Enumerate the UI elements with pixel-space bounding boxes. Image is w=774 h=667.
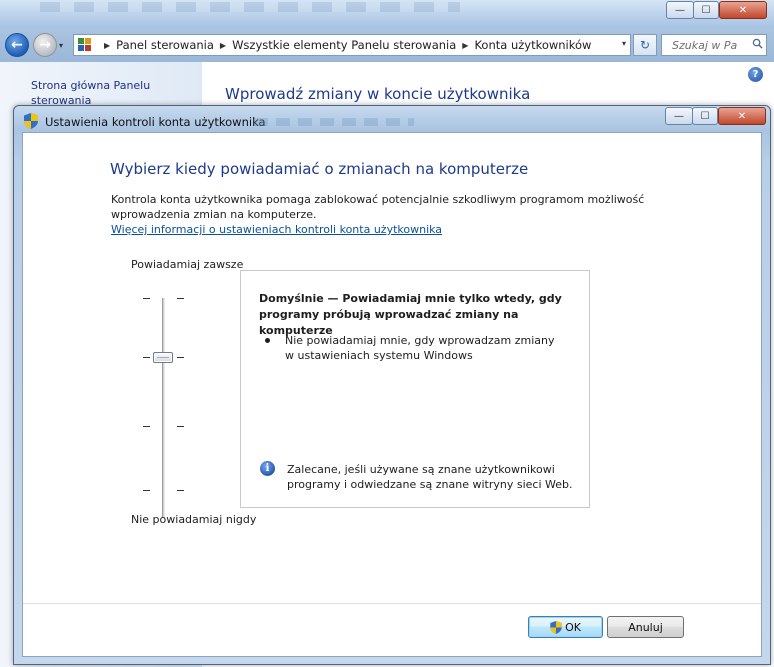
maximize-button[interactable]: ☐: [693, 1, 719, 19]
dialog-content: Wybierz kiedy powiadamiać o zmianach na …: [22, 132, 762, 657]
minimize-button[interactable]: —: [666, 1, 694, 19]
slider-bottom-label: Nie powiadamiaj nigdy: [131, 513, 257, 526]
dialog-close-button[interactable]: ✕: [718, 107, 766, 125]
search-input[interactable]: Szukaj w Pa: [661, 34, 767, 56]
ok-button[interactable]: OK: [528, 616, 603, 638]
bullet-icon: [265, 338, 270, 343]
breadcrumb-separator-icon[interactable]: ▶: [220, 41, 226, 50]
dialog-heading: Wybierz kiedy powiadamiać o zmianach na …: [110, 160, 529, 178]
level-description-box: Domyślnie — Powiadamiaj mnie tylko wtedy…: [240, 270, 590, 508]
back-button[interactable]: ←: [5, 33, 29, 57]
forward-button[interactable]: →: [33, 33, 57, 57]
search-placeholder: Szukaj w Pa: [672, 38, 738, 52]
cancel-button[interactable]: Anuluj: [607, 616, 684, 638]
slider-tick: [177, 426, 184, 427]
dialog-maximize-button[interactable]: ☐: [692, 107, 718, 125]
uac-settings-dialog: Ustawienia kontroli konta użytkownika — …: [13, 105, 771, 665]
slider-tick: [143, 426, 150, 427]
control-panel-icon: [78, 38, 94, 52]
slider-tick: [177, 357, 184, 358]
uac-shield-icon: [24, 113, 38, 129]
title-bar-blur: [254, 118, 414, 126]
breadcrumb-separator-icon[interactable]: ▶: [462, 41, 468, 50]
navigation-bar: ← → ▾ ▶ Panel sterowania ▶ Wszystkie ele…: [0, 28, 774, 62]
dialog-title: Ustawienia kontroli konta użytkownika: [45, 115, 266, 129]
slider-track[interactable]: [162, 298, 165, 518]
breadcrumb-user-accounts[interactable]: Konta użytkowników: [474, 38, 591, 52]
address-bar[interactable]: ▶ Panel sterowania ▶ Wszystkie elementy …: [73, 34, 631, 56]
refresh-button[interactable]: ↻: [633, 34, 657, 56]
slider-tick: [143, 490, 150, 491]
uac-shield-icon: [550, 620, 562, 634]
slider-tick: [177, 490, 184, 491]
footer-divider: [23, 603, 761, 604]
search-icon[interactable]: [752, 38, 763, 49]
slider-thumb[interactable]: [153, 352, 173, 363]
control-panel-home-link[interactable]: Strona główna Panelu sterowania: [31, 78, 191, 108]
breadcrumb-all-items[interactable]: Wszystkie elementy Panelu sterowania: [232, 38, 456, 52]
ok-button-label: OK: [565, 620, 581, 634]
level-recommendation: Zalecane, jeśli używane są znane użytkow…: [287, 463, 573, 491]
slider-tick: [143, 357, 150, 358]
level-title: Domyślnie — Powiadamiaj mnie tylko wtedy…: [259, 292, 562, 337]
dialog-description: Kontrola konta użytkownika pomaga zablok…: [111, 193, 645, 221]
slider-tick: [143, 298, 150, 299]
slider-tick: [177, 298, 184, 299]
page-heading: Wprowadź zmiany w koncie użytkownika: [225, 85, 531, 103]
level-bullet-text: Nie powiadamiaj mnie, gdy wprowadzam zmi…: [285, 334, 555, 362]
help-icon[interactable]: ?: [748, 67, 763, 82]
dialog-minimize-button[interactable]: —: [665, 107, 693, 125]
address-dropdown-icon[interactable]: ▾: [622, 39, 626, 48]
info-icon: i: [260, 461, 275, 476]
breadcrumb-control-panel[interactable]: Panel sterowania: [116, 38, 214, 52]
breadcrumb-separator-icon: ▶: [104, 40, 111, 50]
title-bar-blur: [40, 2, 460, 12]
close-button[interactable]: ✕: [719, 1, 767, 19]
control-panel-title-bar: — ☐ ✕: [0, 0, 774, 28]
recent-pages-dropdown-icon[interactable]: ▾: [59, 41, 63, 50]
slider-top-label: Powiadamiaj zawsze: [131, 258, 244, 271]
more-info-link[interactable]: Więcej informacji o ustawieniach kontrol…: [111, 223, 442, 236]
